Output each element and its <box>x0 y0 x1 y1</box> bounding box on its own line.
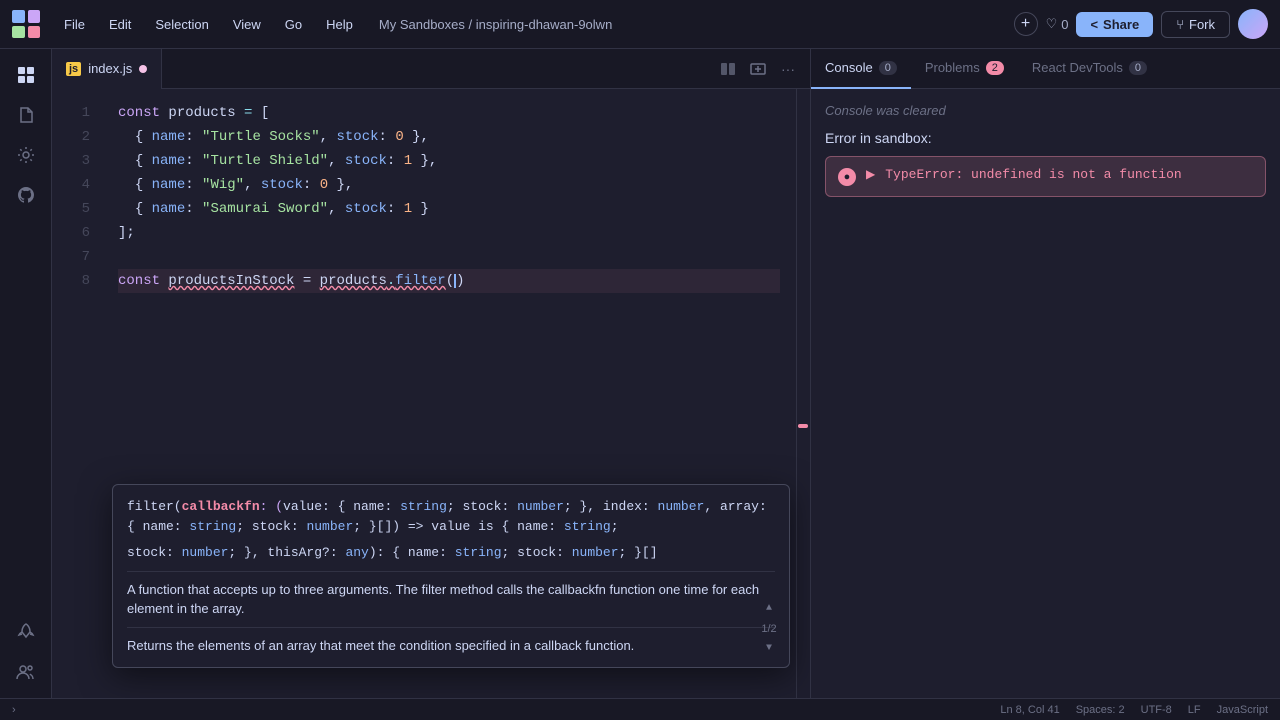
code-line-2: { name: "Turtle Socks", stock: 0 }, <box>118 125 780 149</box>
code-line-6: ]; <box>118 221 780 245</box>
activity-github-icon[interactable] <box>8 177 44 213</box>
menu-bar: File Edit Selection View Go Help My Sand… <box>0 0 1280 49</box>
line-ending-setting[interactable]: LF <box>1188 704 1201 716</box>
minimap-error-marker <box>798 424 808 428</box>
code-line-8: const productsInStock = products.filter(… <box>118 269 780 293</box>
popup-navigation: ▲ 1/2 ▼ <box>759 601 779 657</box>
tab-modified-indicator <box>139 65 147 73</box>
more-options-button[interactable]: ··· <box>774 55 802 83</box>
code-line-7 <box>118 245 780 269</box>
devtools-tab-label: React DevTools <box>1032 60 1123 75</box>
editor-content: 1 2 3 4 5 6 7 8 const products = [ { nam… <box>52 89 810 698</box>
activity-file-icon[interactable] <box>8 97 44 133</box>
error-section-title: Error in sandbox: <box>825 130 1266 146</box>
popup-returns: Returns the elements of an array that me… <box>127 636 775 656</box>
editor-area: js index.js ··· <box>52 49 810 698</box>
main-layout: js index.js ··· <box>0 49 1280 698</box>
spaces-setting[interactable]: Spaces: 2 <box>1076 704 1125 716</box>
avatar[interactable] <box>1238 9 1268 39</box>
error-message-text: TypeError: undefined is not a function <box>885 167 1181 182</box>
problems-badge: 2 <box>986 61 1004 75</box>
menu-view[interactable]: View <box>223 13 271 36</box>
panel-tabs: Console 0 Problems 2 React DevTools 0 <box>811 49 1280 89</box>
language-setting[interactable]: JavaScript <box>1217 704 1268 716</box>
activity-settings-icon[interactable] <box>8 137 44 173</box>
editor-tab-index-js[interactable]: js index.js <box>52 49 162 89</box>
devtools-badge: 0 <box>1129 61 1147 75</box>
status-chevron-icon[interactable]: › <box>12 704 16 716</box>
heart-count: 0 <box>1061 17 1068 32</box>
menu-file[interactable]: File <box>54 13 95 36</box>
menu-help[interactable]: Help <box>316 13 363 36</box>
popup-signature-2: stock: number; }, thisArg?: any): { name… <box>127 543 775 563</box>
preview-button[interactable] <box>744 55 772 83</box>
heart-counter: ♡ 0 <box>1046 16 1069 32</box>
split-editor-button[interactable] <box>714 55 742 83</box>
activity-users-icon[interactable] <box>8 654 44 690</box>
problems-tab-label: Problems <box>925 60 980 75</box>
app-logo <box>12 10 40 38</box>
share-button[interactable]: < Share <box>1076 12 1153 37</box>
new-sandbox-button[interactable]: + <box>1014 12 1038 36</box>
error-expand-button[interactable]: ▶ <box>866 167 875 181</box>
popup-next-button[interactable]: ▼ <box>759 641 779 657</box>
console-badge: 0 <box>879 61 897 75</box>
menu-edit[interactable]: Edit <box>99 13 141 36</box>
popup-counter: 1/2 <box>761 619 776 639</box>
popup-divider-2 <box>127 627 775 628</box>
right-panel: Console 0 Problems 2 React DevTools 0 Co… <box>810 49 1280 698</box>
error-circle-icon: ● <box>838 168 856 186</box>
activity-bar <box>0 49 52 698</box>
tab-filename: index.js <box>88 61 132 76</box>
console-panel-content: Console was cleared Error in sandbox: ● … <box>811 89 1280 698</box>
code-line-5: { name: "Samurai Sword", stock: 1 } <box>118 197 780 221</box>
tab-actions: ··· <box>714 55 810 83</box>
cursor-position: Ln 8, Col 41 <box>1000 704 1059 716</box>
code-line-3: { name: "Turtle Shield", stock: 1 }, <box>118 149 780 173</box>
status-bar: › Ln 8, Col 41 Spaces: 2 UTF-8 LF JavaSc… <box>0 698 1280 720</box>
autocomplete-popup: filter(callbackfn: (value: { name: strin… <box>112 484 790 669</box>
tab-console[interactable]: Console 0 <box>811 49 911 89</box>
console-cleared-message: Console was cleared <box>825 103 1266 118</box>
encoding-setting[interactable]: UTF-8 <box>1141 704 1172 716</box>
popup-prev-button[interactable]: ▲ <box>759 601 779 617</box>
menu-actions: + ♡ 0 < Share ⑂ Fork <box>1014 9 1268 39</box>
fork-button[interactable]: ⑂ Fork <box>1161 11 1230 38</box>
tab-bar: js index.js ··· <box>52 49 810 89</box>
activity-rocket-icon[interactable] <box>8 614 44 650</box>
menu-go[interactable]: Go <box>275 13 312 36</box>
minimap <box>796 89 810 698</box>
menu-selection[interactable]: Selection <box>145 13 218 36</box>
sandbox-path: My Sandboxes / inspiring-dhawan-9olwn <box>379 17 612 32</box>
share-icon: < <box>1090 17 1098 32</box>
console-tab-label: Console <box>825 60 873 75</box>
code-line-4: { name: "Wig", stock: 0 }, <box>118 173 780 197</box>
code-line-1: const products = [ <box>118 101 780 125</box>
tab-problems[interactable]: Problems 2 <box>911 49 1018 89</box>
fork-icon: ⑂ <box>1176 17 1184 32</box>
tab-react-devtools[interactable]: React DevTools 0 <box>1018 49 1161 89</box>
error-entry: ● ▶ TypeError: undefined is not a functi… <box>825 156 1266 197</box>
popup-signature: filter(callbackfn: (value: { name: strin… <box>127 497 775 537</box>
line-numbers: 1 2 3 4 5 6 7 8 <box>52 89 102 698</box>
popup-divider <box>127 571 775 572</box>
activity-grid-icon[interactable] <box>8 57 44 93</box>
js-file-icon: js <box>66 62 81 76</box>
popup-description: A function that accepts up to three argu… <box>127 580 775 619</box>
heart-icon: ♡ <box>1046 16 1058 32</box>
